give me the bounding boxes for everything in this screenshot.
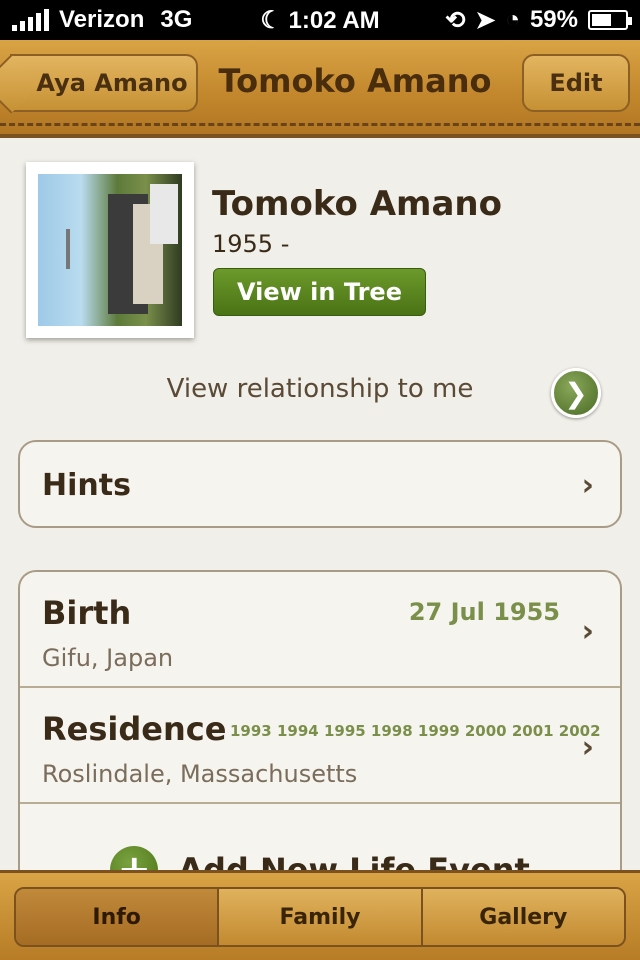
tab-family[interactable]: Family	[219, 889, 423, 945]
chevron-right-icon: ›	[581, 468, 594, 503]
person-name: Tomoko Amano	[212, 184, 502, 224]
event-row-residence[interactable]: Residence 1993 1994 1995 1998 1999 2000 …	[20, 688, 620, 804]
moon-icon: ☾	[260, 6, 289, 34]
person-dates: 1955 -	[212, 230, 290, 258]
event-place: Gifu, Japan	[42, 644, 174, 672]
view-in-tree-button[interactable]: View in Tree	[213, 268, 426, 316]
photo-figure	[150, 184, 178, 244]
status-left: Verizon 3G	[12, 6, 192, 34]
battery-fill	[592, 14, 611, 26]
status-bar: Verizon 3G ☾ 1:02 AM ⟲ ➤ ◔ 59%	[0, 0, 640, 40]
back-button-label: Aya Amano	[36, 69, 188, 97]
event-row-birth[interactable]: Birth 27 Jul 1955 Gifu, Japan ›	[20, 572, 620, 688]
chevron-right-icon: ›	[581, 614, 594, 649]
tab-bar: Info Family Gallery	[0, 870, 640, 960]
time-label: 1:02 AM	[288, 6, 380, 34]
battery-icon	[588, 10, 632, 30]
edit-button[interactable]: Edit	[522, 54, 630, 112]
back-button[interactable]: Aya Amano	[10, 54, 198, 112]
nav-title: Tomoko Amano	[218, 62, 492, 100]
hints-label: Hints	[42, 468, 131, 503]
relationship-arrow-icon[interactable]: ❯	[551, 368, 601, 418]
hints-row[interactable]: Hints ›	[18, 440, 622, 528]
profile-photo-image	[38, 174, 182, 326]
event-date: 27 Jul 1955	[408, 598, 560, 626]
tab-group: Info Family Gallery	[14, 887, 626, 947]
tab-gallery[interactable]: Gallery	[422, 889, 624, 945]
chevron-right-icon: ›	[581, 730, 594, 765]
photo-spire	[66, 229, 70, 269]
alarm-icon: ◔	[505, 6, 520, 33]
network-label: 3G	[160, 6, 193, 33]
tab-info[interactable]: Info	[16, 889, 220, 945]
location-arrow-icon: ➤	[475, 6, 496, 34]
stitch-divider	[0, 123, 640, 126]
relationship-label[interactable]: View relationship to me	[0, 374, 640, 404]
carrier-label: Verizon	[59, 6, 145, 33]
navigation-bar: Aya Amano Tomoko Amano Edit	[0, 40, 640, 138]
rotation-lock-icon: ⟲	[445, 6, 466, 34]
event-years: 1993 1994 1995 1998 1999 2000 2001 2002	[230, 722, 601, 740]
event-place: Roslindale, Massachusetts	[42, 760, 358, 788]
profile-photo[interactable]	[26, 162, 194, 338]
event-title: Residence	[42, 710, 227, 748]
signal-strength-icon	[12, 9, 49, 31]
status-right: ⟲ ➤ ◔ 59%	[445, 6, 632, 35]
battery-label: 59%	[529, 6, 578, 33]
event-title: Birth	[42, 594, 132, 632]
